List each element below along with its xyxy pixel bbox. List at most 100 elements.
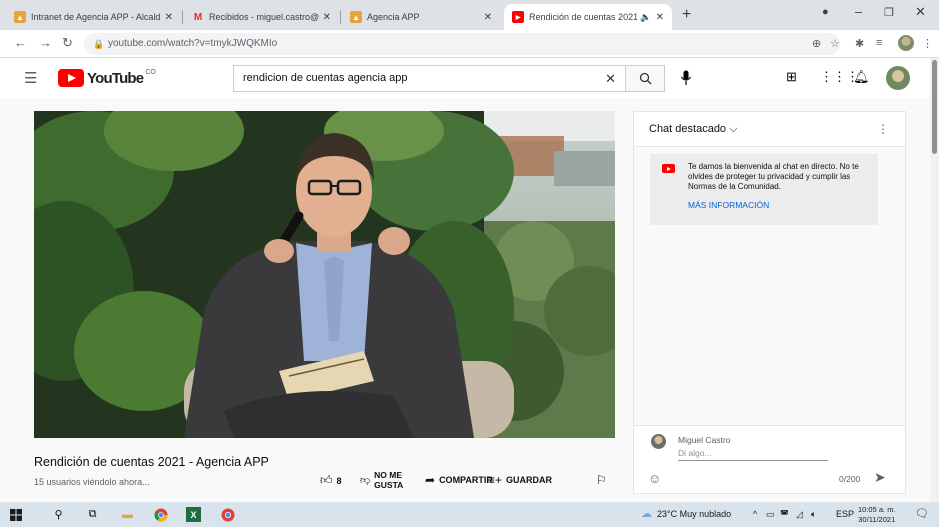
agency-icon: ▲ bbox=[14, 11, 26, 23]
welcome-text: Te damos la bienvenida al chat en direct… bbox=[688, 162, 859, 191]
account-avatar[interactable] bbox=[886, 66, 910, 90]
more-info-link[interactable]: MÁS INFORMACIÓN bbox=[688, 200, 868, 210]
close-icon[interactable]: ✕ bbox=[484, 12, 492, 23]
new-tab-button[interactable]: + bbox=[682, 6, 691, 24]
more-options-icon[interactable]: ⋮ bbox=[877, 112, 889, 147]
tab-intranet[interactable]: ▲ Intranet de Agencia APP - Alcald ✕ bbox=[6, 4, 181, 30]
save-label: GUARDAR bbox=[506, 475, 553, 485]
minimize-button[interactable]: – bbox=[855, 4, 862, 19]
tab-separator bbox=[340, 10, 341, 24]
tab-title: Recibidos - miguel.castro@app.g bbox=[209, 12, 319, 22]
youtube-wordmark: YouTube bbox=[87, 69, 144, 87]
chevron-up-icon[interactable]: ^ bbox=[753, 509, 757, 519]
clock-date: 30/11/2021 bbox=[858, 515, 896, 524]
browser-tab-strip: ▲ Intranet de Agencia APP - Alcald ✕ M R… bbox=[0, 0, 939, 30]
windows-start-icon[interactable] bbox=[8, 507, 23, 522]
youtube-play-icon bbox=[58, 69, 84, 87]
search-query: rendicion de cuentas agencia app bbox=[243, 72, 408, 84]
chat-user-name: Miguel Castro bbox=[678, 435, 731, 445]
live-chat-panel: Chat destacado ⌵ ⋮ Te damos la bienvenid… bbox=[633, 111, 906, 494]
record-icon[interactable]: ● bbox=[822, 6, 829, 18]
send-icon[interactable]: ➤ bbox=[874, 469, 886, 486]
browser-profile-avatar[interactable] bbox=[898, 35, 914, 51]
address-bar: ← → ↻ 🔒 youtube.com/watch?v=tmykJWQKMIo … bbox=[0, 30, 939, 58]
microphone-icon[interactable] bbox=[676, 68, 696, 88]
like-button[interactable]: 👍︎ 8 bbox=[320, 473, 342, 488]
chat-message-input[interactable]: Di algo... bbox=[678, 448, 828, 461]
dislike-button[interactable]: 👎︎ NO ME GUSTA bbox=[360, 470, 403, 490]
emoji-icon[interactable]: ☺ bbox=[648, 471, 661, 486]
scrollbar-thumb[interactable] bbox=[932, 60, 937, 154]
star-icon[interactable]: ☆ bbox=[830, 37, 840, 50]
close-icon[interactable]: ✕ bbox=[656, 12, 664, 23]
char-counter: 0/200 bbox=[839, 474, 861, 484]
report-button[interactable]: ⚐ bbox=[596, 473, 611, 487]
youtube-logo[interactable]: YouTube CO bbox=[58, 69, 156, 87]
speaker-icon[interactable]: 🔈 bbox=[640, 12, 651, 23]
avatar bbox=[651, 434, 666, 449]
share-label: COMPARTIR bbox=[439, 475, 493, 485]
share-arrow-icon: ➦ bbox=[425, 473, 436, 487]
clear-search-icon[interactable]: ✕ bbox=[605, 66, 616, 91]
chat-mode-selector[interactable]: Chat destacado ⌵ bbox=[649, 123, 737, 135]
playlist-add-icon: ≡+ bbox=[488, 473, 503, 487]
tab-gmail[interactable]: M Recibidos - miguel.castro@app.g ✕ bbox=[184, 4, 339, 30]
back-arrow-icon[interactable]: ← bbox=[14, 35, 27, 50]
taskbar-clock[interactable]: 10:05 a. m. 30/11/2021 bbox=[858, 505, 896, 525]
like-count: 8 bbox=[336, 475, 342, 486]
file-explorer-icon[interactable]: ▬ bbox=[120, 507, 135, 522]
dislike-label-line-2: GUSTA bbox=[374, 480, 404, 490]
save-button[interactable]: ≡+ GUARDAR bbox=[488, 473, 552, 487]
tab-title: Intranet de Agencia APP - Alcald bbox=[31, 12, 161, 22]
extensions-icon[interactable]: ✱ bbox=[855, 37, 864, 50]
search-input[interactable]: rendicion de cuentas agencia app ✕ bbox=[233, 65, 626, 92]
search-icon[interactable]: ⚲ bbox=[51, 507, 66, 522]
bell-icon[interactable]: 🔔︎ bbox=[853, 69, 870, 85]
task-view-icon[interactable]: ⧉ bbox=[85, 507, 100, 522]
forward-arrow-icon[interactable]: → bbox=[39, 35, 52, 50]
lock-icon: 🔒 bbox=[93, 39, 105, 49]
thumbs-up-icon: 👍︎ bbox=[320, 473, 333, 487]
reload-icon[interactable]: ↻ bbox=[62, 35, 73, 51]
chat-input-area: Miguel Castro Di algo... ☺ 0/200 ➤ bbox=[634, 425, 905, 493]
language-indicator[interactable]: ESP bbox=[836, 509, 854, 519]
tab-youtube-active[interactable]: ▶ Rendición de cuentas 2021 - 🔈 ✕ bbox=[504, 4, 672, 30]
video-player[interactable] bbox=[34, 111, 615, 438]
chat-input-placeholder: Di algo... bbox=[678, 448, 712, 458]
share-button[interactable]: ➦ COMPARTIR bbox=[425, 473, 493, 487]
url-field[interactable]: 🔒 youtube.com/watch?v=tmykJWQKMIo bbox=[84, 33, 840, 55]
reading-list-icon[interactable]: ≡ bbox=[876, 37, 882, 49]
viewer-count: 15 usuarios viéndolo ahora... bbox=[34, 477, 150, 487]
tab-title: Agencia APP bbox=[367, 12, 420, 22]
tab-title: Rendición de cuentas 2021 - bbox=[529, 12, 638, 22]
chrome-profile-icon[interactable] bbox=[220, 507, 235, 522]
close-icon[interactable]: ✕ bbox=[165, 12, 173, 23]
search-button[interactable] bbox=[625, 65, 665, 92]
chevron-down-icon: ⌵ bbox=[729, 123, 738, 135]
excel-icon[interactable]: X bbox=[186, 507, 201, 522]
chat-welcome-banner: Te damos la bienvenida al chat en direct… bbox=[650, 154, 878, 225]
close-icon[interactable]: ✕ bbox=[323, 12, 331, 23]
weather-text[interactable]: 23°C Muy nublado bbox=[657, 509, 731, 519]
flag-icon: ⚐ bbox=[596, 473, 607, 487]
gmail-icon: M bbox=[193, 11, 203, 23]
network-icon[interactable]: ◚ bbox=[780, 509, 789, 520]
dislike-label-line-1: NO ME bbox=[374, 470, 403, 480]
chrome-icon[interactable] bbox=[153, 507, 168, 522]
window-close-button[interactable]: ✕ bbox=[915, 4, 926, 20]
hamburger-menu-icon[interactable]: ☰ bbox=[24, 69, 37, 87]
country-code: CO bbox=[145, 69, 156, 76]
chat-header: Chat destacado ⌵ ⋮ bbox=[634, 112, 905, 147]
youtube-header: ☰ YouTube CO rendicion de cuentas agenci… bbox=[0, 58, 939, 98]
create-video-icon[interactable]: ⊞ bbox=[786, 69, 797, 85]
install-icon[interactable]: ⊕ bbox=[812, 37, 821, 50]
tab-agencia-app[interactable]: ▲ Agencia APP ✕ bbox=[342, 4, 500, 30]
video-title: Rendición de cuentas 2021 - Agencia APP bbox=[34, 455, 269, 469]
browser-menu-icon[interactable]: ⋮ bbox=[922, 37, 933, 50]
restore-button[interactable]: ❐ bbox=[884, 6, 894, 19]
notification-icon[interactable]: 🗨︎ bbox=[915, 507, 929, 520]
page-scrollbar[interactable] bbox=[930, 58, 939, 502]
wifi-icon[interactable]: ◿ bbox=[796, 509, 803, 520]
volume-icon[interactable]: 🔈︎ bbox=[811, 509, 816, 520]
battery-icon[interactable]: ▭ bbox=[766, 509, 775, 520]
